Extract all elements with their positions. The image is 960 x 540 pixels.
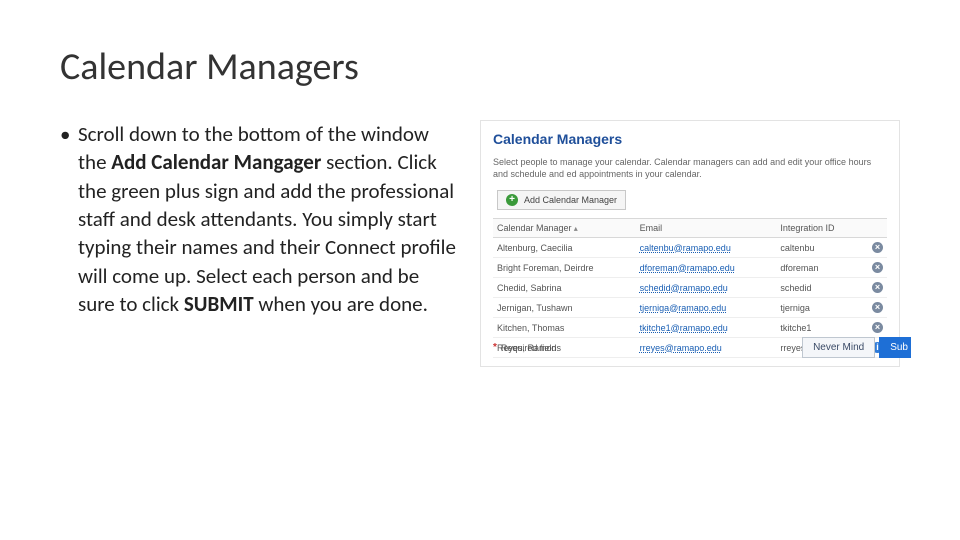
table-row: Altenburg, Caeciliacaltenbu@ramapo.educa… [493, 238, 887, 258]
table-row: Kitchen, Thomastkitche1@ramapo.edutkitch… [493, 318, 887, 338]
cell-integration: tkitche1 [776, 318, 861, 338]
remove-icon[interactable]: × [872, 242, 883, 253]
slide: Calendar Managers • Scroll down to the b… [0, 0, 960, 397]
cell-action: × [861, 278, 887, 298]
table-row: Chedid, Sabrinaschedid@ramapo.eduschedid… [493, 278, 887, 298]
add-calendar-manager-button[interactable]: + Add Calendar Manager [497, 190, 626, 210]
bullet-bold-1: Add Calendar Mangager [111, 149, 321, 175]
add-button-label: Add Calendar Manager [524, 195, 617, 205]
cell-name: Kitchen, Thomas [493, 318, 636, 338]
remove-icon[interactable]: × [872, 262, 883, 273]
table-header-row: Calendar Manager Email Integration ID [493, 219, 887, 238]
col-email[interactable]: Email [636, 219, 777, 238]
screenshot-panel: Calendar Managers Select people to manag… [480, 120, 900, 367]
required-label: Required fields [501, 343, 561, 353]
cell-email[interactable]: dforeman@ramapo.edu [636, 258, 777, 278]
cell-integration: dforeman [776, 258, 861, 278]
panel-heading: Calendar Managers [493, 131, 887, 147]
col-name[interactable]: Calendar Manager [493, 219, 636, 238]
panel-description: Select people to manage your calendar. C… [493, 157, 887, 180]
bullet-bold-2: SUBMIT [184, 291, 254, 317]
table-row: Jernigan, Tushawntjerniga@ramapo.edutjer… [493, 298, 887, 318]
table-row: Bright Foreman, Deirdredforeman@ramapo.e… [493, 258, 887, 278]
cell-name: Chedid, Sabrina [493, 278, 636, 298]
cell-action: × [861, 298, 887, 318]
content-row: • Scroll down to the bottom of the windo… [60, 120, 900, 367]
bullet-item: • Scroll down to the bottom of the windo… [60, 120, 460, 318]
col-integration[interactable]: Integration ID [776, 219, 861, 238]
cell-action: × [861, 258, 887, 278]
remove-icon[interactable]: × [872, 282, 883, 293]
submit-button[interactable]: Sub [879, 337, 911, 358]
cell-name: Jernigan, Tushawn [493, 298, 636, 318]
bullet-list: • Scroll down to the bottom of the windo… [60, 120, 460, 318]
never-mind-button[interactable]: Never Mind [802, 337, 875, 358]
page-title: Calendar Managers [60, 44, 900, 90]
remove-icon[interactable]: × [872, 302, 883, 313]
bullet-dot-icon: • [60, 120, 78, 318]
cell-action: × [861, 318, 887, 338]
cell-email[interactable]: tjerniga@ramapo.edu [636, 298, 777, 318]
cell-email[interactable]: schedid@ramapo.edu [636, 278, 777, 298]
col-actions [861, 219, 887, 238]
bullet-tail: when you are done. [254, 291, 428, 317]
cell-name: Bright Foreman, Deirdre [493, 258, 636, 278]
cell-action: × [861, 238, 887, 258]
cell-integration: tjerniga [776, 298, 861, 318]
cell-email[interactable]: caltenbu@ramapo.edu [636, 238, 777, 258]
cell-integration: schedid [776, 278, 861, 298]
required-asterisk-icon: * [493, 342, 497, 353]
cell-name: Altenburg, Caecilia [493, 238, 636, 258]
remove-icon[interactable]: × [872, 322, 883, 333]
cell-integration: caltenbu [776, 238, 861, 258]
panel-footer: * Required fields Never Mind Sub [493, 337, 899, 358]
plus-icon: + [506, 194, 518, 206]
cell-email[interactable]: tkitche1@ramapo.edu [636, 318, 777, 338]
bullet-text: Scroll down to the bottom of the window … [78, 120, 460, 318]
